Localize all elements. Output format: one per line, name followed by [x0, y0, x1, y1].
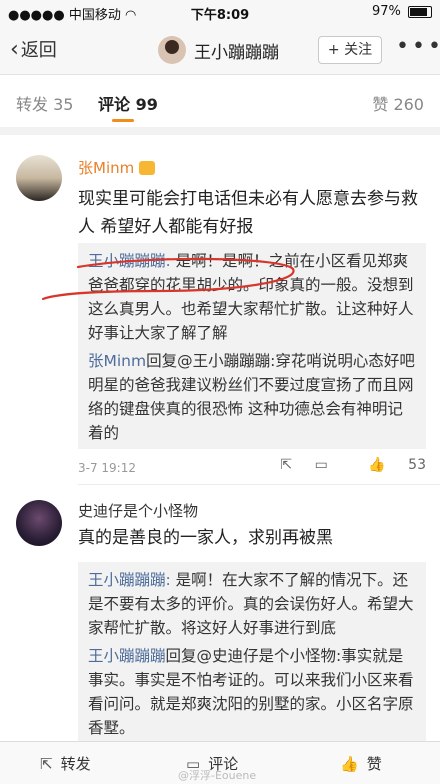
comment-author-name: 张Minm: [78, 159, 135, 177]
active-tab-indicator: [112, 119, 134, 122]
battery-label: 97%: [371, 4, 401, 19]
comment-text: 现实里可能会打电话但未必有人愿意去参与救人 希望好人都能有好报: [78, 189, 418, 237]
reply-author[interactable]: 王小蹦蹦蹦: [88, 647, 166, 665]
author-avatar[interactable]: [158, 36, 186, 64]
tab-repost[interactable]: 转发 35: [16, 91, 73, 115]
like-count: 53: [408, 457, 426, 473]
tab-bar: 转发 35 评论 99 赞 260: [0, 75, 440, 135]
reply-author[interactable]: 王小蹦蹦蹦:: [88, 252, 171, 270]
reply-thread[interactable]: 王小蹦蹦蹦: 是啊！是啊！之前在小区看见郑爽爸爸都穿的花里胡少的。印象真的一般。…: [78, 243, 426, 449]
repost-button[interactable]: ⇱ 转发: [40, 753, 91, 774]
nav-bar: ‹ 返回 王小蹦蹦蹦 + 关注 •••: [0, 24, 440, 75]
comment-icon[interactable]: ▭: [315, 457, 328, 473]
like-button[interactable]: 👍 53: [350, 457, 426, 473]
reply-item: 张Minm回复@王小蹦蹦蹦:穿花哨说明心态好吧 明星的爸爸我建议粉丝们不要过度宣…: [88, 349, 416, 445]
divider: [78, 484, 440, 485]
battery-icon: [408, 5, 432, 18]
reply-thread[interactable]: 王小蹦蹦蹦: 是啊！在大家不了解的情况下。还是不要有太多的评价。真的会误伤好人。…: [78, 562, 426, 741]
repost-label: 转发: [60, 755, 91, 773]
avatar[interactable]: [16, 500, 62, 546]
comment-author[interactable]: 张Minm: [78, 157, 156, 178]
comment-item: 张Minm 现实里可能会打电话但未必有人愿意去参与救人 希望好人都能有好报 王小…: [0, 135, 440, 485]
follow-button[interactable]: + 关注: [318, 36, 382, 64]
reply-author[interactable]: 王小蹦蹦蹦:: [88, 571, 171, 589]
like-label: 赞: [366, 755, 382, 773]
watermark: @浮浮-Eouene: [178, 769, 257, 782]
back-label: 返回: [20, 40, 57, 61]
thumbs-up-icon: 👍: [368, 457, 386, 473]
back-button[interactable]: ‹ 返回: [10, 36, 57, 62]
tab-comment[interactable]: 评论 99: [98, 91, 158, 115]
thumbs-up-icon: 👍: [340, 755, 359, 773]
vip-badge-icon: [139, 161, 156, 175]
battery-info: 97%: [372, 4, 432, 19]
avatar[interactable]: [16, 155, 62, 201]
comment-time: 3-7 19:12: [78, 461, 136, 475]
reply-item: 王小蹦蹦蹦: 是啊！在大家不了解的情况下。还是不要有太多的评价。真的会误伤好人。…: [88, 568, 416, 640]
comment-author[interactable]: 史迪仔是个小怪物: [78, 500, 198, 521]
chevron-left-icon: ‹: [10, 37, 19, 62]
share-icon[interactable]: ⇱: [280, 457, 292, 473]
more-icon[interactable]: •••: [396, 34, 440, 59]
comment-item: 史迪仔是个小怪物 真的是善良的一家人，求别再被黑 王小蹦蹦蹦: 是啊！在大家不了…: [0, 488, 440, 741]
like-button[interactable]: 👍 赞: [340, 753, 382, 774]
page-title: 王小蹦蹦蹦: [194, 43, 279, 63]
reply-item: 王小蹦蹦蹦: 是啊！是啊！之前在小区看见郑爽爸爸都穿的花里胡少的。印象真的一般。…: [88, 249, 416, 345]
comment-actions: ⇱ ▭ 👍 53: [262, 457, 426, 473]
tab-like[interactable]: 赞 260: [372, 91, 424, 115]
reply-item: 王小蹦蹦蹦回复@史迪仔是个小怪物:事实就是事实。事实是不怕考证的。可以来我们小区…: [88, 644, 416, 740]
status-bar: ●●●●● 中国移动 ◠ 下午8:09 97%: [0, 0, 440, 24]
repost-icon: ⇱: [40, 755, 53, 773]
comment-text: 真的是善良的一家人，求别再被黑: [78, 528, 333, 548]
reply-author[interactable]: 张Minm: [88, 352, 146, 370]
